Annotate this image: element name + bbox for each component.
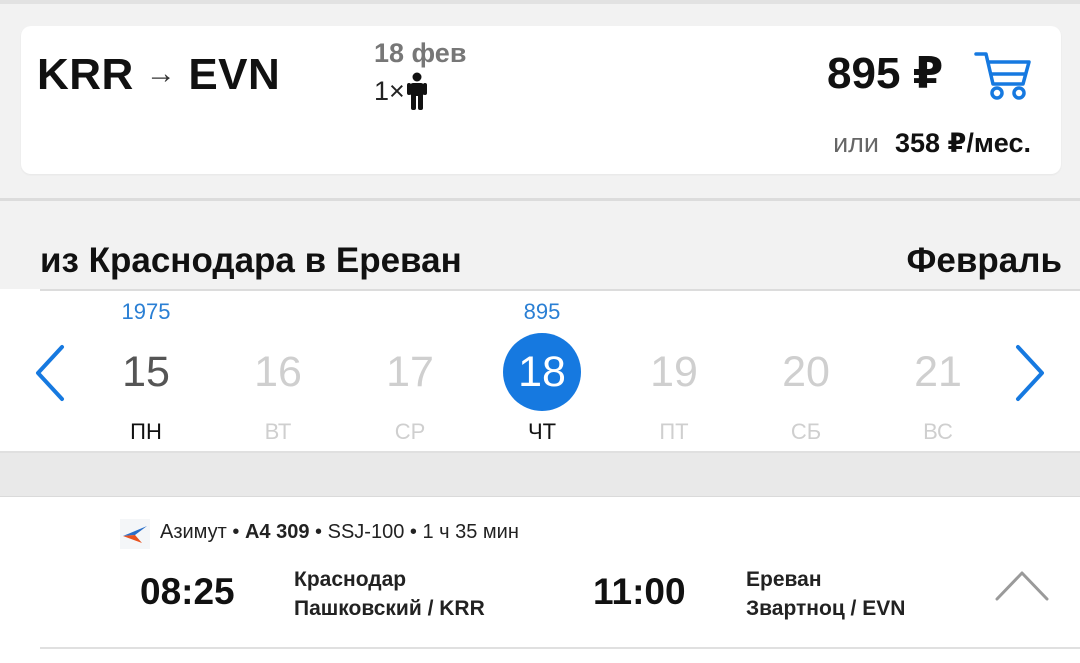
route-title: из Краснодара в Ереван <box>40 241 462 280</box>
passenger-count: 1× <box>374 72 428 110</box>
chevron-up-icon[interactable] <box>994 569 1050 603</box>
meta-separator: • <box>315 521 323 543</box>
flight-card[interactable]: Азимут • А4 309 • SSJ-100 • 1 ч 35 мин 0… <box>0 497 1080 663</box>
day-weekday: СР <box>394 419 426 444</box>
day-weekday: ПТ <box>659 419 689 444</box>
calendar-day-19: 19 ПТ <box>624 289 724 453</box>
day-number: 19 <box>650 348 698 396</box>
meta-separator: • <box>232 521 240 543</box>
day-weekday: ВС <box>923 419 953 444</box>
aircraft-type: SSJ-100 <box>327 521 405 543</box>
calendar-day-16: 16 ВТ <box>228 289 328 453</box>
chevron-right-icon[interactable] <box>1012 343 1048 403</box>
cart-icon[interactable] <box>973 48 1033 102</box>
departure-airport: Краснодар Пашковский / KRR <box>294 565 485 623</box>
day-number: 21 <box>914 348 962 396</box>
month-label: Февраль <box>906 241 1062 280</box>
total-price: 895 ₽ <box>827 49 944 98</box>
flight-number: А4 309 <box>244 521 310 543</box>
trip-date: 18 фев <box>374 38 467 68</box>
results-spacer <box>0 453 1080 497</box>
search-summary-card[interactable]: KRR → EVN 18 фев 1× 895 ₽ или 358 ₽/мес. <box>21 26 1061 174</box>
calendar-day-17: 17 СР <box>360 289 460 453</box>
calendar-day-21: 21 ВС <box>888 289 988 453</box>
flight-duration: 1 ч 35 мин <box>422 521 519 543</box>
departure-time: 08:25 <box>140 571 235 612</box>
day-number: 18 <box>503 333 581 411</box>
departure-airport-name: Пашковский / KRR <box>294 597 485 620</box>
calendar-day-15[interactable]: 1975 15 ПН <box>96 289 196 453</box>
installment-offer: или 358 ₽/мес. <box>833 128 1031 159</box>
installment-amount: 358 ₽/мес. <box>895 128 1031 158</box>
day-weekday: СБ <box>790 419 822 444</box>
flight-card-divider <box>40 647 1080 649</box>
date-picker: 1975 15 ПН 16 ВТ 17 СР 895 18 ЧТ 19 ПТ 20 СБ 21 ВС <box>0 289 1080 453</box>
day-weekday: ВТ <box>264 419 292 444</box>
arrival-city: Ереван <box>746 568 822 591</box>
meta-separator: • <box>409 521 417 543</box>
top-edge <box>0 0 1080 4</box>
search-summary-area: KRR → EVN 18 фев 1× 895 ₽ или 358 ₽/мес. <box>0 0 1080 198</box>
departure-city: Краснодар <box>294 568 407 591</box>
day-number: 17 <box>386 348 434 396</box>
calendar-day-20: 20 СБ <box>756 289 856 453</box>
passenger-count-label: 1× <box>374 75 405 106</box>
day-number: 16 <box>254 348 302 396</box>
arrival-time: 11:00 <box>593 571 686 612</box>
day-price: 1975 <box>121 299 171 324</box>
day-number: 15 <box>122 348 170 396</box>
arrival-airport: Ереван Звартноц / EVN <box>746 565 905 623</box>
arrival-airport-name: Звартноц / EVN <box>746 597 906 620</box>
destination-code: EVN <box>188 50 281 99</box>
calendar-day-18[interactable]: 895 18 ЧТ <box>492 289 592 453</box>
day-weekday: ПН <box>130 419 162 444</box>
installment-prefix: или <box>833 128 879 158</box>
route-arrow: → <box>145 57 177 90</box>
route-codes: KRR → EVN <box>37 50 280 100</box>
day-number: 20 <box>782 348 830 396</box>
origin-code: KRR <box>37 50 134 99</box>
flight-meta: Азимут • А4 309 • SSJ-100 • 1 ч 35 мин <box>160 521 519 544</box>
section-header: из Краснодара в Ереван Февраль <box>0 201 1080 289</box>
day-weekday: ЧТ <box>527 419 557 444</box>
day-price: 895 <box>523 299 561 324</box>
airline-logo-icon <box>120 519 150 549</box>
chevron-left-icon[interactable] <box>32 343 68 403</box>
person-icon <box>406 72 427 110</box>
airline-name: Азимут <box>160 521 227 543</box>
